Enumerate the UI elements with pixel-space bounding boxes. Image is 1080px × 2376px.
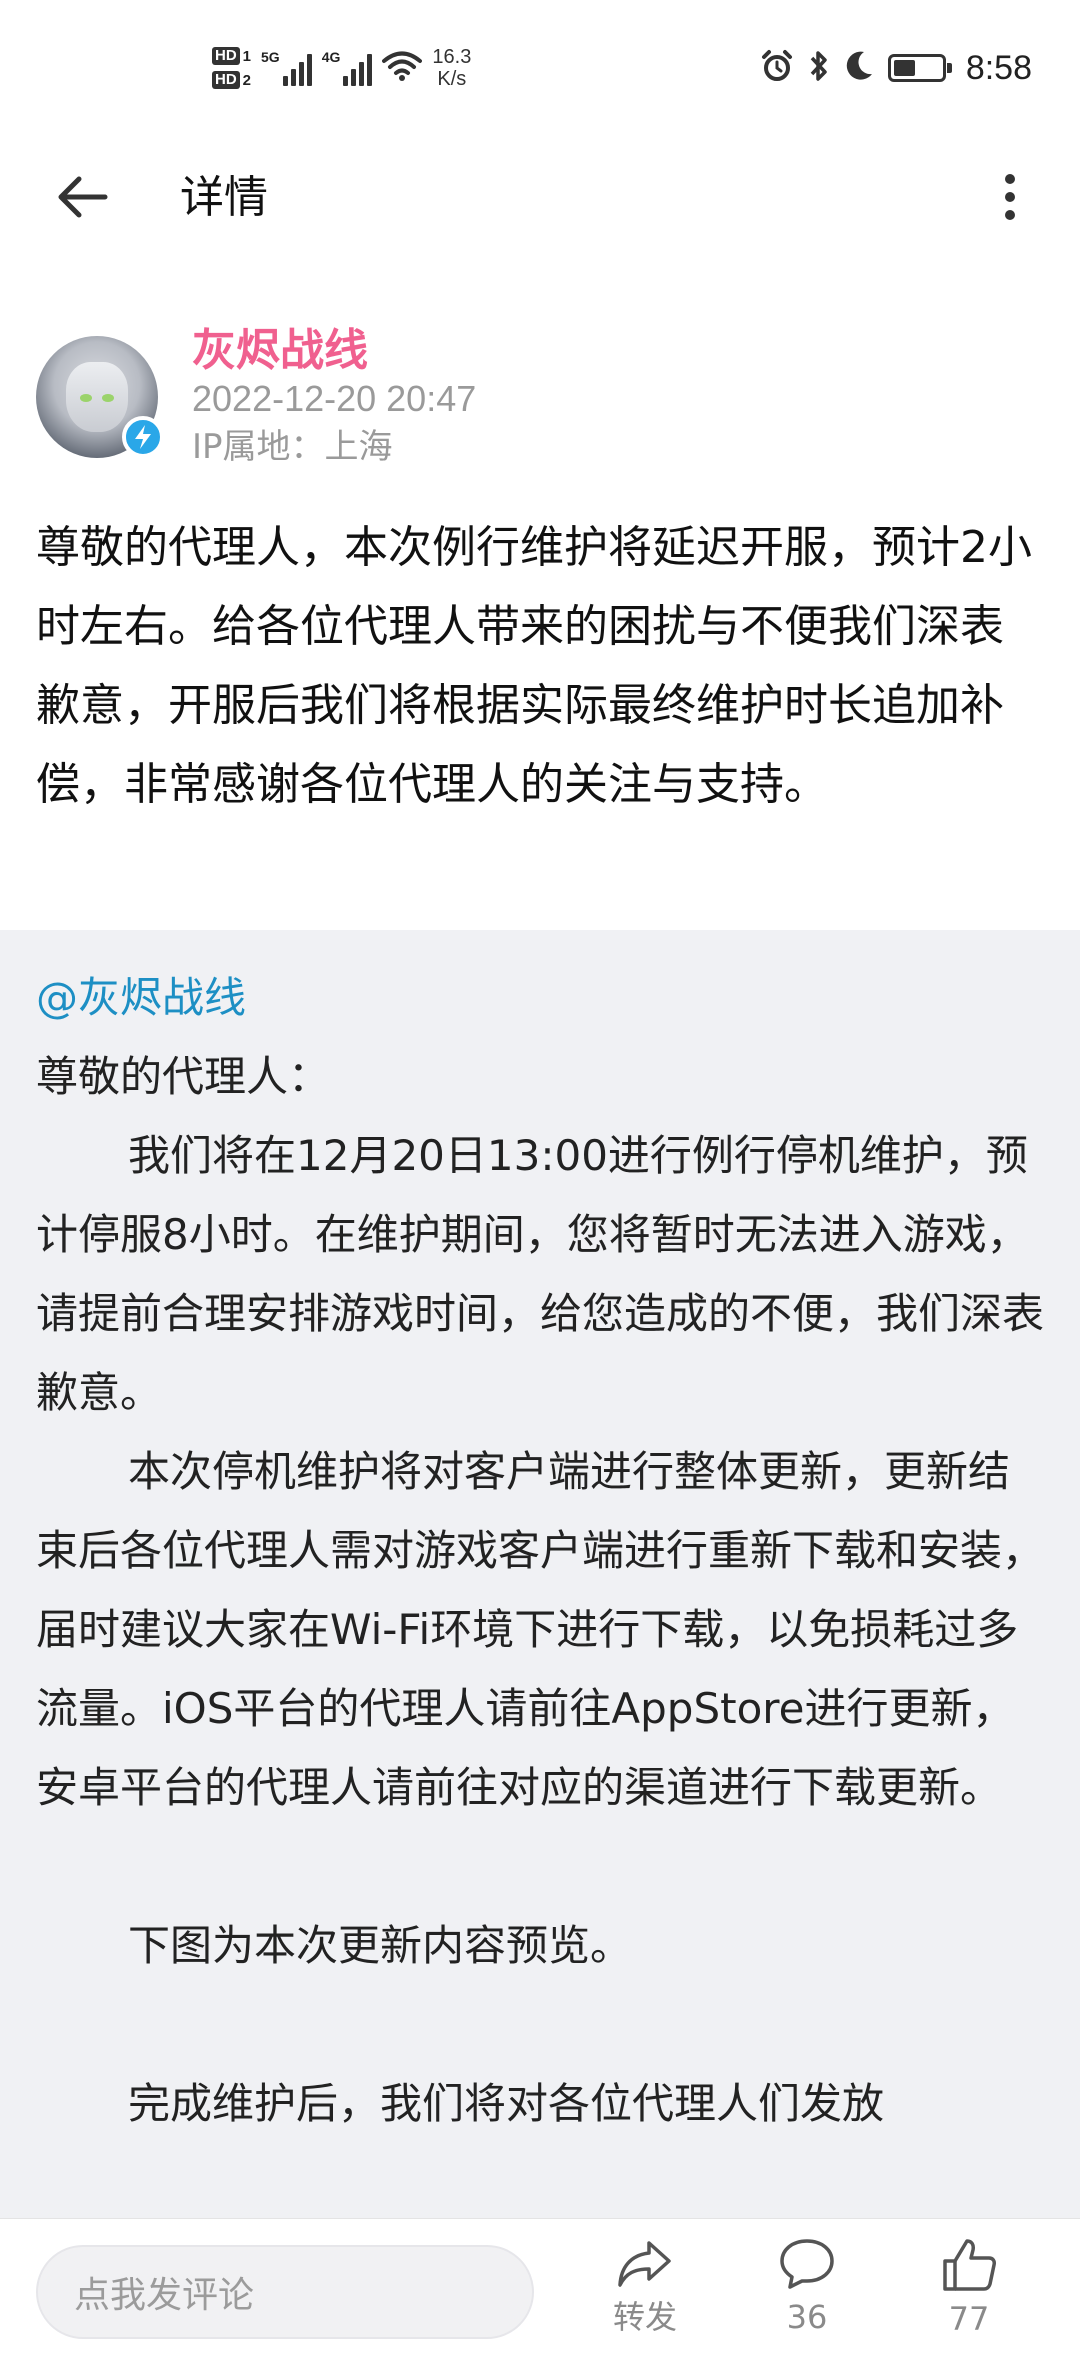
speed-unit: K/s xyxy=(437,68,467,90)
app-root: HD 1 HD 2 5G 4G 16.3 K/s 8:58 详情 灰烬战线 20… xyxy=(0,0,1080,2376)
speed-value: 16.3 xyxy=(432,46,472,68)
comment-count: 36 xyxy=(786,2298,828,2336)
repost-paragraph-2: 本次停机维护将对客户端进行整体更新，更新结束后各位代理人需对游戏客户端进行重新下… xyxy=(36,1447,1045,1812)
bottom-action-bar: 点我发评论 转发 36 77 xyxy=(0,2218,1080,2376)
repost-paragraph-1: 我们将在12月20日13:00进行例行停机维护，预计停服8小时。在维护期间，您将… xyxy=(36,1131,1045,1417)
network-type-1: 5G xyxy=(261,49,280,65)
reposted-content[interactable]: @灰烬战线 尊敬的代理人： 我们将在12月20日13:00进行例行停机维护，预计… xyxy=(0,930,1080,2220)
hd1-label: HD xyxy=(212,47,240,65)
share-arrow-icon xyxy=(618,2241,671,2287)
wifi-icon xyxy=(382,50,423,86)
repost-label: 转发 xyxy=(612,2298,677,2336)
bluetooth-icon xyxy=(808,49,830,87)
repost-greeting: 尊敬的代理人： xyxy=(36,1052,331,1101)
signal-icon-2: 4G xyxy=(322,50,373,86)
hd-indicators: HD 1 HD 2 xyxy=(212,47,251,89)
repost-paragraph-3: 下图为本次更新内容预览。 xyxy=(128,1921,633,1970)
more-vertical-icon xyxy=(1005,174,1015,220)
network-speed: 16.3 K/s xyxy=(432,46,471,90)
verified-badge-icon xyxy=(122,416,164,458)
thumbs-up-icon xyxy=(943,2239,996,2291)
hd2-label: HD xyxy=(212,71,240,89)
author-header: 灰烬战线 2022-12-20 20:47 IP属地：上海 xyxy=(36,320,1046,470)
avatar-eye-left xyxy=(80,394,92,402)
alarm-icon xyxy=(760,49,794,87)
moon-icon xyxy=(844,50,874,86)
title-bar: 详情 xyxy=(0,140,1080,250)
comment-button[interactable]: 36 xyxy=(752,2237,862,2367)
reposted-text: @灰烬战线 尊敬的代理人： 我们将在12月20日13:00进行例行停机维护，预计… xyxy=(36,958,1048,2143)
repost-paragraph-4: 完成维护后，我们将对各位代理人们发放 xyxy=(128,2079,885,2128)
more-options-button[interactable] xyxy=(980,162,1040,232)
signal-bars-1 xyxy=(282,52,312,86)
page-title: 详情 xyxy=(180,172,268,223)
like-count: 77 xyxy=(948,2300,990,2338)
like-button[interactable]: 77 xyxy=(914,2237,1024,2367)
hd2-number: 2 xyxy=(242,71,252,89)
post-text: 尊敬的代理人，本次例行维护将延迟开服，预计2小时左右。给各位代理人带来的困扰与不… xyxy=(36,522,1032,810)
back-button[interactable] xyxy=(48,162,118,232)
back-arrow-icon xyxy=(58,176,108,218)
avatar-face xyxy=(66,362,128,432)
signal-bars-2 xyxy=(343,52,373,86)
signal-icon: 5G xyxy=(261,50,312,86)
repost-button[interactable]: 转发 xyxy=(590,2237,700,2367)
post-ip-location: IP属地：上海 xyxy=(192,427,393,467)
post-date: 2022-12-20 20:47 xyxy=(192,378,477,419)
status-time: 8:58 xyxy=(965,48,1032,87)
battery-icon xyxy=(887,54,952,82)
comment-input[interactable]: 点我发评论 xyxy=(36,2245,534,2339)
network-type-2: 4G xyxy=(321,49,341,65)
status-bar-left: HD 1 HD 2 5G 4G 16.3 K/s xyxy=(212,38,471,98)
author-name[interactable]: 灰烬战线 xyxy=(192,320,368,382)
hd2-indicator: HD 2 xyxy=(212,71,251,89)
comment-bubble-icon xyxy=(780,2239,834,2289)
mention-link[interactable]: @灰烬战线 xyxy=(36,958,1048,1037)
hd1-number: 1 xyxy=(242,47,252,65)
status-bar: HD 1 HD 2 5G 4G 16.3 K/s 8:58 xyxy=(0,0,1080,140)
status-bar-right: 8:58 xyxy=(760,44,1032,92)
hd1-indicator: HD 1 xyxy=(212,47,251,65)
battery-fill xyxy=(893,60,915,76)
avatar-eye-right xyxy=(102,394,114,402)
